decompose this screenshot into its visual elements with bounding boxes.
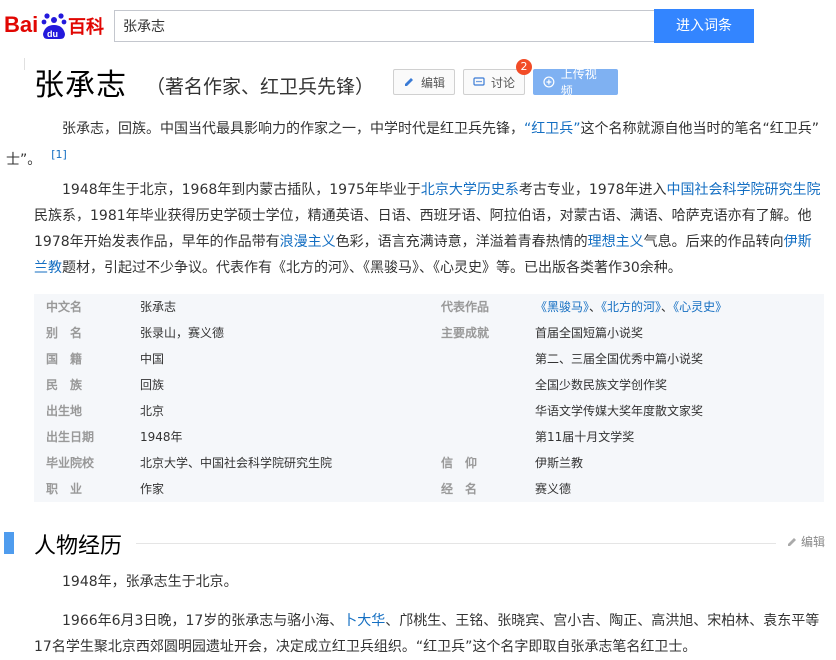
info-row-ethnicity: 民 族 回族 (34, 372, 164, 398)
bio-paragraph-2: 1966年6月3日晚，17岁的张承志与骆小海、卜大华、邝桃生、王铭、张晓宾、宫小… (34, 608, 824, 660)
bu-dahua-link[interactable]: 卜大华 (343, 613, 385, 629)
intro-text: 气息。后来的作品转向 (643, 234, 784, 250)
info-value: 回族 (140, 378, 165, 392)
section-title: 人物经历 (34, 534, 123, 559)
svg-text:Bai: Bai (4, 12, 38, 37)
info-value: 全国少数民族文学创作奖 (535, 378, 668, 392)
info-key: 出生地 (46, 404, 83, 418)
work-link-soul-history[interactable]: 《心灵史》 (673, 300, 727, 314)
info-key: 代表作品 (441, 300, 490, 314)
info-value: 第11届十月文学奖 (535, 430, 635, 444)
intro-text: 题材，引起过不少争议。代表作有《北方的河》、《黑骏马》、《心灵史》等。已出版各类… (62, 260, 682, 276)
info-value: 1948年 (140, 430, 183, 444)
info-value: 赛义德 (535, 482, 572, 496)
info-key: 出生日期 (46, 430, 95, 444)
section-accent-bar (4, 532, 14, 554)
info-row-religion: 信 仰 伊斯兰教 (429, 450, 583, 476)
svg-text:du: du (47, 29, 58, 39)
bio-text: 1948年，张承志生于北京。 (62, 574, 238, 590)
info-row-works: 代表作品 《黑骏马》、《北方的河》、《心灵史》 (429, 294, 727, 320)
discuss-button[interactable]: 讨论 (463, 69, 525, 95)
svg-text:百科: 百科 (68, 16, 104, 38)
info-key: 国 籍 (46, 352, 83, 366)
writer-link[interactable]: 作家 (140, 482, 164, 496)
info-row-achievement-3: 全国少数民族文学创作奖 (429, 372, 667, 398)
info-key: 民 族 (46, 378, 83, 392)
chat-bubble-icon (473, 77, 485, 86)
info-key: 主要成就 (441, 326, 490, 340)
info-value: 北京大学、中国社会科学院研究生院 (140, 456, 333, 470)
bio-text: 1966年6月3日晚，17岁的张承志与骆小海、 (62, 613, 344, 629)
separator: 、 (661, 300, 674, 314)
intro-text: 这个名称就源自他当时的笔名“红卫兵” (580, 121, 820, 137)
baidu-logo-icon: Bai du 百科 (4, 12, 104, 39)
pencil-icon (788, 537, 796, 546)
search-box (114, 10, 654, 42)
work-link-black-horse[interactable]: 《黑骏马》 (535, 300, 589, 314)
info-row-achievement-5: 第11届十月文学奖 (429, 424, 634, 450)
enter-entry-button[interactable]: 进入词条 (654, 9, 754, 43)
page-title: 张承志 (34, 68, 127, 103)
intro-text: 张承志，回族。中国当代最具影响力的作家之一，中学时代是红卫兵先锋， (62, 121, 524, 137)
cass-graduate-link[interactable]: 中国社会科学院研究生院 (667, 182, 821, 198)
plus-circle-icon (543, 76, 555, 88)
separator: 、 (589, 300, 602, 314)
info-value: 首届全国短篇小说奖 (535, 326, 644, 340)
info-row-religious-name: 经 名 赛义德 (429, 476, 571, 502)
info-key: 毕业院校 (46, 456, 95, 470)
section-edit-label: 编辑 (801, 535, 826, 549)
info-value: 张承志 (140, 300, 177, 314)
info-key: 信 仰 (441, 456, 478, 470)
info-row-achievement-4: 华语文学传媒大奖年度散文家奖 (429, 398, 703, 424)
red-guard-link[interactable]: “红卫兵” (524, 121, 581, 137)
top-search-bar: Bai du 百科 进入词条 (0, 0, 836, 58)
intro-text: 色彩，语言充满诗意，洋溢着青春热情的 (335, 234, 588, 250)
info-row-birthplace: 出生地 北京 (34, 398, 164, 424)
romanticism-link[interactable]: 浪漫主义 (280, 234, 336, 250)
info-row-school: 毕业院校 北京大学、中国社会科学院研究生院 (34, 450, 332, 476)
info-row-birthdate: 出生日期 1948年 (34, 424, 183, 450)
info-value: 伊斯兰教 (535, 456, 584, 470)
intro-paragraph-2: 1948年生于北京，1968年到内蒙古插队，1975年毕业于北京大学历史系考古专… (34, 177, 824, 281)
info-row-achievements: 主要成就 首届全国短篇小说奖 (429, 320, 643, 346)
intro-text: 士”。 (6, 151, 42, 168)
intro-text: 1948年生于北京，1968年到内蒙古插队，1975年毕业于 (62, 182, 421, 198)
china-link[interactable]: 中国 (140, 352, 164, 366)
section-edit-button[interactable]: 编辑 (786, 533, 825, 550)
reference-link[interactable]: [1] (51, 148, 67, 161)
info-value: 北京 (140, 404, 165, 418)
info-value: 张录山，赛义德 (140, 326, 225, 340)
info-row-chinese-name: 中文名 张承志 (34, 294, 176, 320)
info-row-achievement-2: 第二、三届全国优秀中篇小说奖 (429, 346, 703, 372)
discuss-count-badge: 2 (516, 59, 532, 75)
upload-video-label: 上传视频 (560, 67, 597, 98)
info-key: 别 名 (46, 326, 83, 340)
info-row-occupation: 职 业 作家 (34, 476, 164, 502)
info-key: 职 业 (46, 482, 83, 496)
info-key: 中文名 (46, 300, 83, 314)
info-row-alias: 别 名 张录山，赛义德 (34, 320, 224, 346)
intro-paragraph-1: 张承志，回族。中国当代最具影响力的作家之一，中学时代是红卫兵先锋，“红卫兵”这个… (6, 116, 824, 173)
intro-text: 考古专业，1978年进入 (518, 182, 667, 198)
pencil-icon (405, 78, 413, 86)
info-key: 经 名 (441, 482, 478, 496)
rail-divider (24, 58, 25, 70)
chinese-media-award-link[interactable]: 华语文学传媒大奖 (535, 404, 631, 418)
basic-info-box: 中文名 张承志 别 名 张录山，赛义德 国 籍 中国 民 族 回族 出生地 北京 出生日期… (34, 294, 824, 502)
baidu-baike-logo[interactable]: Bai du 百科 (4, 6, 108, 42)
page-subtitle: （著名作家、红卫兵先锋） (146, 76, 375, 98)
info-value: 第二、三届全国优秀中篇小说奖 (535, 352, 704, 366)
edit-button[interactable]: 编辑 (393, 69, 455, 95)
edit-button-label: 编辑 (421, 75, 446, 90)
bio-paragraph-1: 1948年，张承志生于北京。 (34, 569, 824, 595)
search-input[interactable] (115, 11, 651, 41)
info-row-nationality: 国 籍 中国 (34, 346, 164, 372)
pku-history-link[interactable]: 北京大学历史系 (421, 182, 519, 198)
idealism-link[interactable]: 理想主义 (588, 234, 644, 250)
section-divider (136, 543, 776, 544)
discuss-button-label: 讨论 (491, 75, 516, 90)
work-link-north-river[interactable]: 《北方的河》 (601, 300, 661, 314)
info-value: 年度散文家奖 (631, 404, 704, 418)
upload-video-button[interactable]: 上传视频 (533, 67, 618, 98)
